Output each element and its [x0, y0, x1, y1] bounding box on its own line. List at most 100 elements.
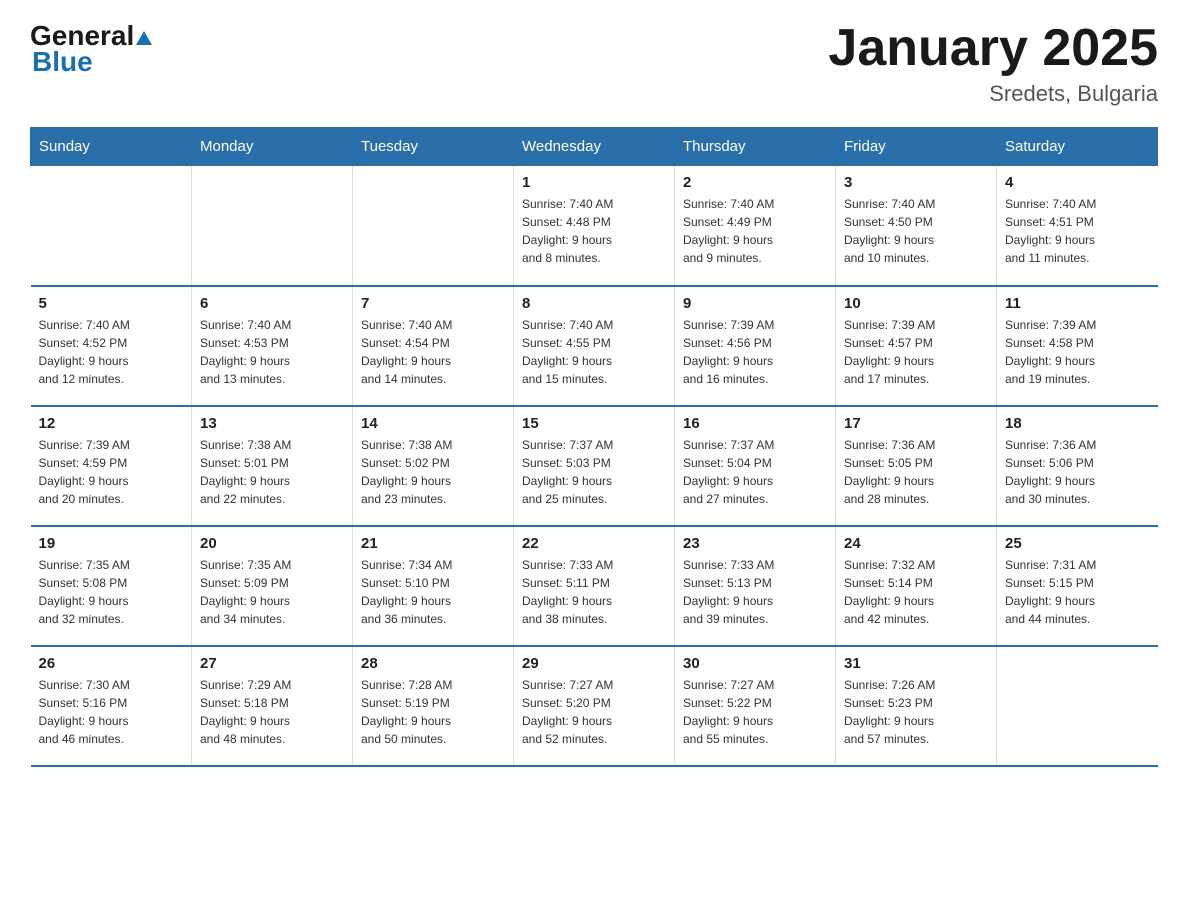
day-number: 25	[1005, 535, 1150, 552]
day-info: Sunrise: 7:40 AM Sunset: 4:55 PM Dayligh…	[522, 316, 666, 388]
subtitle: Sredets, Bulgaria	[828, 81, 1158, 107]
day-number: 22	[522, 535, 666, 552]
day-number: 19	[39, 535, 184, 552]
day-info: Sunrise: 7:35 AM Sunset: 5:09 PM Dayligh…	[200, 556, 344, 628]
header: General Blue January 2025 Sredets, Bulga…	[30, 20, 1158, 107]
table-row: 22 Sunrise: 7:33 AM Sunset: 5:11 PM Dayli…	[514, 526, 675, 646]
day-info: Sunrise: 7:37 AM Sunset: 5:03 PM Dayligh…	[522, 436, 666, 508]
header-thursday: Thursday	[675, 128, 836, 166]
day-number: 31	[844, 655, 988, 672]
day-info: Sunrise: 7:31 AM Sunset: 5:15 PM Dayligh…	[1005, 556, 1150, 628]
table-row: 5 Sunrise: 7:40 AM Sunset: 4:52 PM Daylig…	[31, 286, 192, 406]
logo-triangle-icon	[135, 22, 153, 54]
day-number: 7	[361, 295, 505, 312]
calendar-body: 1 Sunrise: 7:40 AM Sunset: 4:48 PM Daylig…	[31, 166, 1158, 766]
day-number: 9	[683, 295, 827, 312]
day-info: Sunrise: 7:40 AM Sunset: 4:49 PM Dayligh…	[683, 195, 827, 267]
day-number: 5	[39, 295, 184, 312]
day-number: 4	[1005, 174, 1150, 191]
day-number: 20	[200, 535, 344, 552]
table-row	[31, 166, 192, 286]
header-monday: Monday	[192, 128, 353, 166]
table-row: 28 Sunrise: 7:28 AM Sunset: 5:19 PM Dayli…	[353, 646, 514, 766]
table-row: 6 Sunrise: 7:40 AM Sunset: 4:53 PM Daylig…	[192, 286, 353, 406]
day-info: Sunrise: 7:27 AM Sunset: 5:20 PM Dayligh…	[522, 676, 666, 748]
day-number: 12	[39, 415, 184, 432]
day-info: Sunrise: 7:28 AM Sunset: 5:19 PM Dayligh…	[361, 676, 505, 748]
day-number: 16	[683, 415, 827, 432]
day-number: 23	[683, 535, 827, 552]
day-number: 15	[522, 415, 666, 432]
page-title: January 2025	[828, 20, 1158, 77]
table-row: 20 Sunrise: 7:35 AM Sunset: 5:09 PM Dayli…	[192, 526, 353, 646]
day-number: 28	[361, 655, 505, 672]
table-row: 24 Sunrise: 7:32 AM Sunset: 5:14 PM Dayli…	[836, 526, 997, 646]
day-number: 14	[361, 415, 505, 432]
header-sunday: Sunday	[31, 128, 192, 166]
table-row: 25 Sunrise: 7:31 AM Sunset: 5:15 PM Dayli…	[997, 526, 1158, 646]
table-row	[353, 166, 514, 286]
table-row: 23 Sunrise: 7:33 AM Sunset: 5:13 PM Dayli…	[675, 526, 836, 646]
day-number: 2	[683, 174, 827, 191]
header-tuesday: Tuesday	[353, 128, 514, 166]
day-info: Sunrise: 7:32 AM Sunset: 5:14 PM Dayligh…	[844, 556, 988, 628]
calendar-table: Sunday Monday Tuesday Wednesday Thursday…	[30, 127, 1158, 767]
day-number: 18	[1005, 415, 1150, 432]
table-row: 8 Sunrise: 7:40 AM Sunset: 4:55 PM Daylig…	[514, 286, 675, 406]
day-number: 30	[683, 655, 827, 672]
day-info: Sunrise: 7:33 AM Sunset: 5:11 PM Dayligh…	[522, 556, 666, 628]
day-info: Sunrise: 7:38 AM Sunset: 5:01 PM Dayligh…	[200, 436, 344, 508]
table-row: 27 Sunrise: 7:29 AM Sunset: 5:18 PM Dayli…	[192, 646, 353, 766]
table-row: 13Sunrise: 7:38 AM Sunset: 5:01 PM Dayli…	[192, 406, 353, 526]
day-number: 24	[844, 535, 988, 552]
day-number: 27	[200, 655, 344, 672]
day-info: Sunrise: 7:30 AM Sunset: 5:16 PM Dayligh…	[39, 676, 184, 748]
calendar-header: Sunday Monday Tuesday Wednesday Thursday…	[31, 128, 1158, 166]
table-row	[997, 646, 1158, 766]
day-info: Sunrise: 7:40 AM Sunset: 4:48 PM Dayligh…	[522, 195, 666, 267]
day-number: 17	[844, 415, 988, 432]
day-number: 8	[522, 295, 666, 312]
day-info: Sunrise: 7:39 AM Sunset: 4:56 PM Dayligh…	[683, 316, 827, 388]
table-row: 29 Sunrise: 7:27 AM Sunset: 5:20 PM Dayli…	[514, 646, 675, 766]
day-number: 21	[361, 535, 505, 552]
day-number: 3	[844, 174, 988, 191]
table-row: 3 Sunrise: 7:40 AM Sunset: 4:50 PM Daylig…	[836, 166, 997, 286]
day-info: Sunrise: 7:40 AM Sunset: 4:51 PM Dayligh…	[1005, 195, 1150, 267]
day-info: Sunrise: 7:40 AM Sunset: 4:53 PM Dayligh…	[200, 316, 344, 388]
header-saturday: Saturday	[997, 128, 1158, 166]
day-number: 6	[200, 295, 344, 312]
day-info: Sunrise: 7:39 AM Sunset: 4:58 PM Dayligh…	[1005, 316, 1150, 388]
table-row: 12 Sunrise: 7:39 AM Sunset: 4:59 PM Dayli…	[31, 406, 192, 526]
header-wednesday: Wednesday	[514, 128, 675, 166]
table-row: 21 Sunrise: 7:34 AM Sunset: 5:10 PM Dayli…	[353, 526, 514, 646]
day-info: Sunrise: 7:40 AM Sunset: 4:52 PM Dayligh…	[39, 316, 184, 388]
day-info: Sunrise: 7:27 AM Sunset: 5:22 PM Dayligh…	[683, 676, 827, 748]
table-row: 15 Sunrise: 7:37 AM Sunset: 5:03 PM Dayli…	[514, 406, 675, 526]
day-number: 29	[522, 655, 666, 672]
table-row: 1 Sunrise: 7:40 AM Sunset: 4:48 PM Daylig…	[514, 166, 675, 286]
day-info: Sunrise: 7:36 AM Sunset: 5:05 PM Dayligh…	[844, 436, 988, 508]
day-info: Sunrise: 7:37 AM Sunset: 5:04 PM Dayligh…	[683, 436, 827, 508]
day-info: Sunrise: 7:40 AM Sunset: 4:54 PM Dayligh…	[361, 316, 505, 388]
day-info: Sunrise: 7:39 AM Sunset: 4:59 PM Dayligh…	[39, 436, 184, 508]
table-row: 19 Sunrise: 7:35 AM Sunset: 5:08 PM Dayli…	[31, 526, 192, 646]
table-row: 2 Sunrise: 7:40 AM Sunset: 4:49 PM Daylig…	[675, 166, 836, 286]
day-info: Sunrise: 7:33 AM Sunset: 5:13 PM Dayligh…	[683, 556, 827, 628]
day-info: Sunrise: 7:40 AM Sunset: 4:50 PM Dayligh…	[844, 195, 988, 267]
table-row: 18 Sunrise: 7:36 AM Sunset: 5:06 PM Dayli…	[997, 406, 1158, 526]
day-number: 26	[39, 655, 184, 672]
day-info: Sunrise: 7:35 AM Sunset: 5:08 PM Dayligh…	[39, 556, 184, 628]
table-row: 9 Sunrise: 7:39 AM Sunset: 4:56 PM Daylig…	[675, 286, 836, 406]
day-info: Sunrise: 7:29 AM Sunset: 5:18 PM Dayligh…	[200, 676, 344, 748]
logo-blue-text: Blue	[32, 46, 93, 78]
day-info: Sunrise: 7:39 AM Sunset: 4:57 PM Dayligh…	[844, 316, 988, 388]
day-number: 1	[522, 174, 666, 191]
title-area: January 2025 Sredets, Bulgaria	[828, 20, 1158, 107]
table-row: 16 Sunrise: 7:37 AM Sunset: 5:04 PM Dayli…	[675, 406, 836, 526]
logo: General Blue	[30, 20, 154, 78]
day-info: Sunrise: 7:36 AM Sunset: 5:06 PM Dayligh…	[1005, 436, 1150, 508]
table-row: 31Sunrise: 7:26 AM Sunset: 5:23 PM Dayli…	[836, 646, 997, 766]
table-row	[192, 166, 353, 286]
day-info: Sunrise: 7:34 AM Sunset: 5:10 PM Dayligh…	[361, 556, 505, 628]
